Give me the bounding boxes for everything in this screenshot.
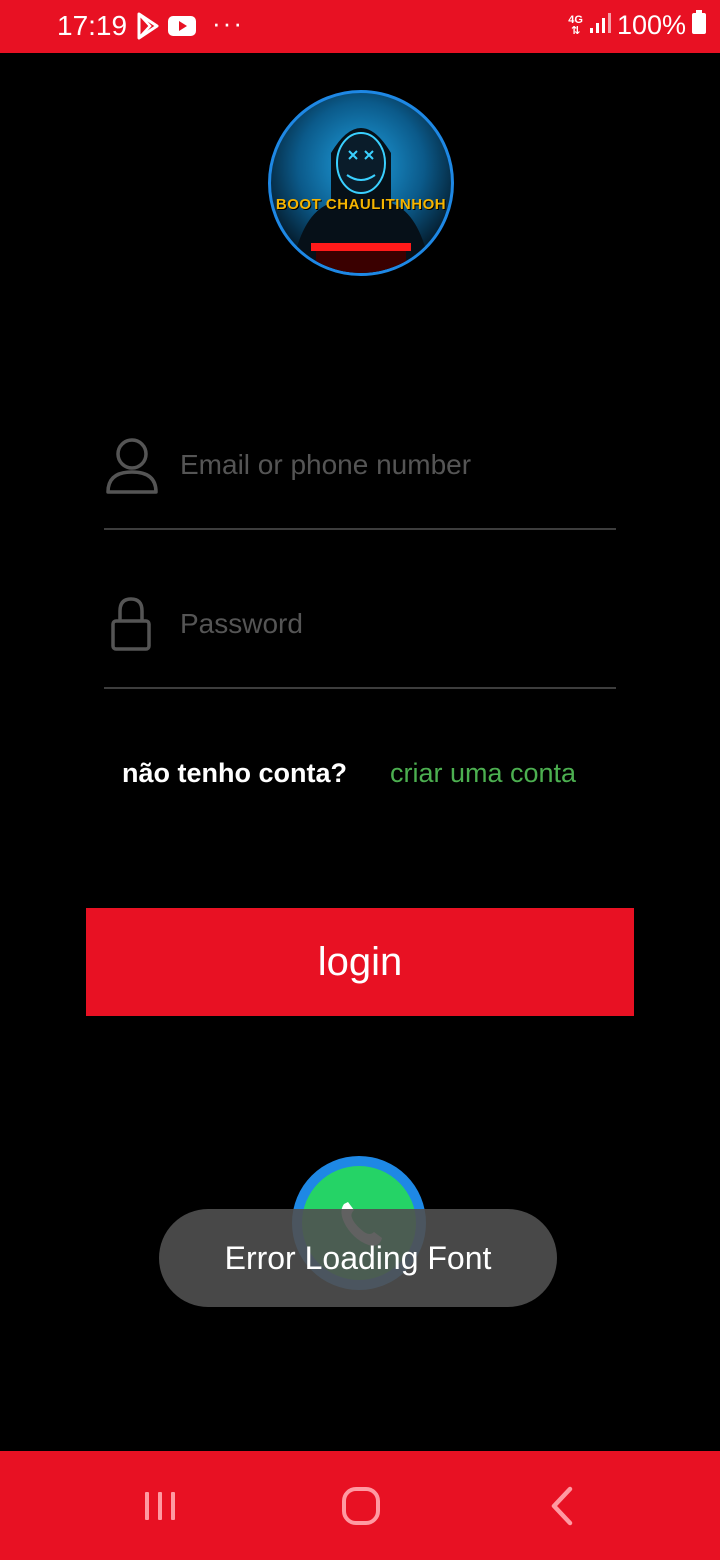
play-store-icon	[136, 12, 160, 45]
battery-level: 100%	[616, 10, 686, 40]
back-icon[interactable]	[532, 1475, 592, 1535]
create-account-link[interactable]: criar uma conta	[390, 758, 576, 789]
more-dots-icon: ···	[212, 8, 244, 38]
signal-icon	[589, 10, 611, 41]
status-time: 17:19	[57, 10, 128, 41]
app-logo: BOOT CHAULITINHOH	[268, 90, 454, 276]
person-icon	[104, 436, 160, 501]
login-button[interactable]: login	[86, 908, 634, 1016]
network-type: 4G ⇅	[568, 13, 583, 37]
status-bar: 17:19 ··· 4G ⇅ 100%	[0, 0, 720, 53]
no-account-text: não tenho conta?	[122, 758, 347, 788]
logo-text: BOOT CHAULITINHOH	[275, 196, 447, 213]
recent-apps-icon[interactable]	[130, 1475, 190, 1535]
email-input[interactable]	[178, 448, 612, 482]
battery-icon	[692, 10, 706, 41]
email-field	[104, 428, 616, 530]
youtube-icon	[168, 14, 196, 43]
toast-message: Error Loading Font	[224, 1239, 492, 1276]
navigation-bar	[0, 1451, 720, 1560]
password-input[interactable]	[178, 607, 612, 641]
error-toast: Error Loading Font	[159, 1209, 557, 1307]
password-field	[104, 587, 616, 689]
lock-icon	[110, 595, 152, 658]
home-icon[interactable]	[331, 1475, 391, 1535]
